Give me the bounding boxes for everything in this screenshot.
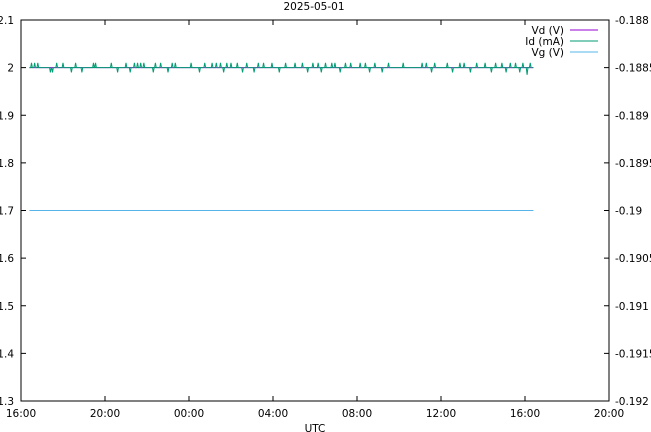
x-tick-label: 16:00	[510, 408, 540, 420]
y2-tick-label: -0.1885	[615, 63, 651, 75]
x-tick-label: 08:00	[342, 408, 372, 420]
x-tick-label: 20:00	[594, 408, 624, 420]
y2-tick-label: -0.189	[615, 110, 649, 122]
y2-tick-label: -0.19	[615, 206, 642, 218]
y2-tick-label: -0.188	[615, 15, 649, 27]
x-tick-label: 00:00	[174, 408, 204, 420]
series-layer	[29, 62, 534, 211]
y-tick-label: 1.3	[0, 396, 14, 408]
chart-title: 2025-05-01	[283, 1, 344, 13]
legend: Vd (V)Id (mA)Vg (V)	[525, 25, 598, 59]
x-axis: 16:00 20:00 00:00 04:00 08:00 12:00 16:00 20:00	[6, 20, 624, 420]
x-tick-label: 12:00	[426, 408, 456, 420]
y2-tick-label: -0.1895	[615, 158, 651, 170]
y-axis-right: -0.192 -0.1915 -0.191 -0.1905 -0.19 -0.1895 -0…	[604, 15, 651, 408]
y2-tick-label: -0.192	[615, 396, 649, 408]
x-axis-label: UTC	[305, 423, 326, 432]
x-tick-label: 20:00	[90, 408, 120, 420]
y-tick-label: 1.8	[0, 158, 14, 170]
y-tick-label: 1.9	[0, 110, 14, 122]
y2-tick-label: -0.191	[615, 301, 649, 313]
legend-label: Vg (V)	[531, 47, 564, 59]
y-tick-label: 1.6	[0, 253, 14, 265]
x-tick-label: 04:00	[258, 408, 288, 420]
series-id-line	[29, 62, 534, 75]
y-tick-label: 2	[7, 63, 14, 75]
y-tick-label: 1.5	[0, 301, 14, 313]
y-tick-label: 1.4	[0, 348, 14, 360]
y2-tick-label: -0.1915	[615, 348, 651, 360]
y-tick-label: 1.7	[0, 206, 14, 218]
x-tick-label: 16:00	[6, 408, 36, 420]
chart: 2025-05-01 16:00 20:00 00:00 04:00 08:00 12:0…	[0, 1, 651, 432]
y-axis-left: 1.3 1.4 1.5 1.6 1.7 1.8 1.9 2 2.1	[0, 15, 26, 408]
y2-tick-label: -0.1905	[615, 253, 651, 265]
y-tick-label: 2.1	[0, 15, 14, 27]
